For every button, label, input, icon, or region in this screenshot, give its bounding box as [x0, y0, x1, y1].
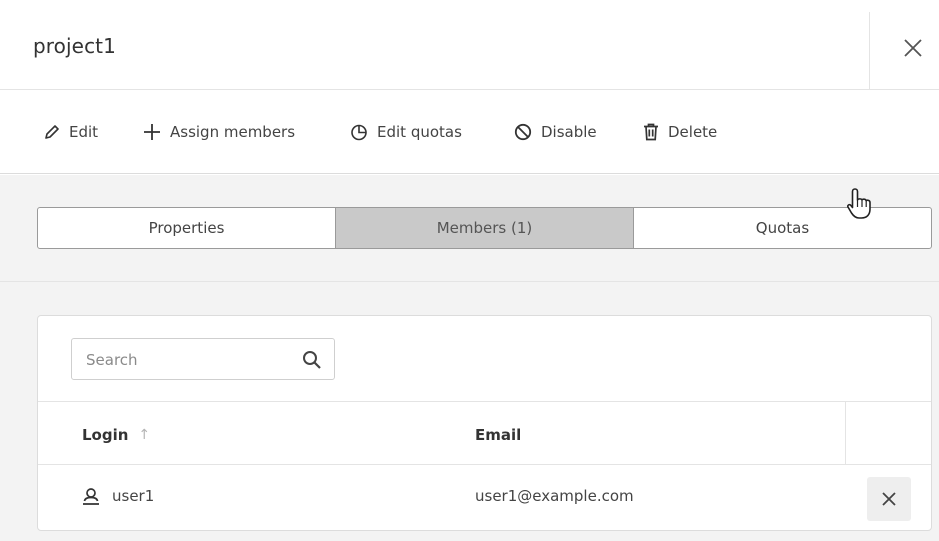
delete-label: Delete: [668, 123, 718, 141]
user-icon: [83, 488, 99, 505]
page-title: project1: [33, 34, 116, 58]
search-input[interactable]: Search: [71, 338, 335, 380]
tab-quotas[interactable]: Quotas: [634, 208, 931, 248]
assign-members-label: Assign members: [170, 123, 296, 141]
column-email[interactable]: Email: [475, 426, 521, 444]
remove-member-button[interactable]: [867, 477, 911, 521]
column-email-label: Email: [475, 426, 522, 444]
close-button[interactable]: [869, 12, 939, 89]
delete-button[interactable]: Delete: [643, 120, 717, 144]
sort-ascending-icon: ↑: [138, 427, 151, 443]
close-icon[interactable]: [903, 38, 923, 58]
divider: [0, 281, 939, 282]
remove-icon: [882, 492, 896, 506]
disable-label: Disable: [541, 123, 597, 141]
email-value: user1@example.com: [475, 487, 634, 505]
members-card: Search Login ↑ Email user1 user1@example…: [37, 315, 932, 531]
trash-icon: [644, 123, 658, 141]
column-divider: [845, 401, 846, 465]
column-login-label: Login: [82, 426, 129, 444]
table-row: user1 user1@example.com: [38, 465, 931, 530]
disable-button[interactable]: Disable: [514, 120, 597, 144]
search-icon[interactable]: [302, 350, 322, 370]
action-toolbar: Edit Assign members Edit quotas Disable …: [0, 90, 939, 174]
panel-header: project1: [0, 0, 939, 90]
table-header: Login ↑ Email: [38, 401, 931, 465]
pencil-icon: [45, 125, 59, 139]
search-placeholder: Search: [86, 351, 138, 369]
assign-members-button[interactable]: Assign members: [143, 120, 295, 144]
column-login[interactable]: Login ↑: [82, 426, 150, 444]
email-cell: user1@example.com: [475, 487, 634, 505]
login-value: user1: [112, 487, 155, 505]
tab-members[interactable]: Members (1): [336, 208, 634, 248]
plus-icon: [144, 124, 160, 140]
tab-bar: Properties Members (1) Quotas: [37, 207, 932, 249]
tab-properties[interactable]: Properties: [38, 208, 336, 248]
ban-icon: [514, 123, 532, 141]
edit-quotas-button[interactable]: Edit quotas: [350, 120, 462, 144]
edit-button[interactable]: Edit: [44, 120, 98, 144]
login-cell: user1: [82, 487, 154, 505]
edit-quotas-label: Edit quotas: [377, 123, 462, 141]
pie-chart-icon: [351, 124, 367, 141]
edit-label: Edit: [69, 123, 99, 141]
